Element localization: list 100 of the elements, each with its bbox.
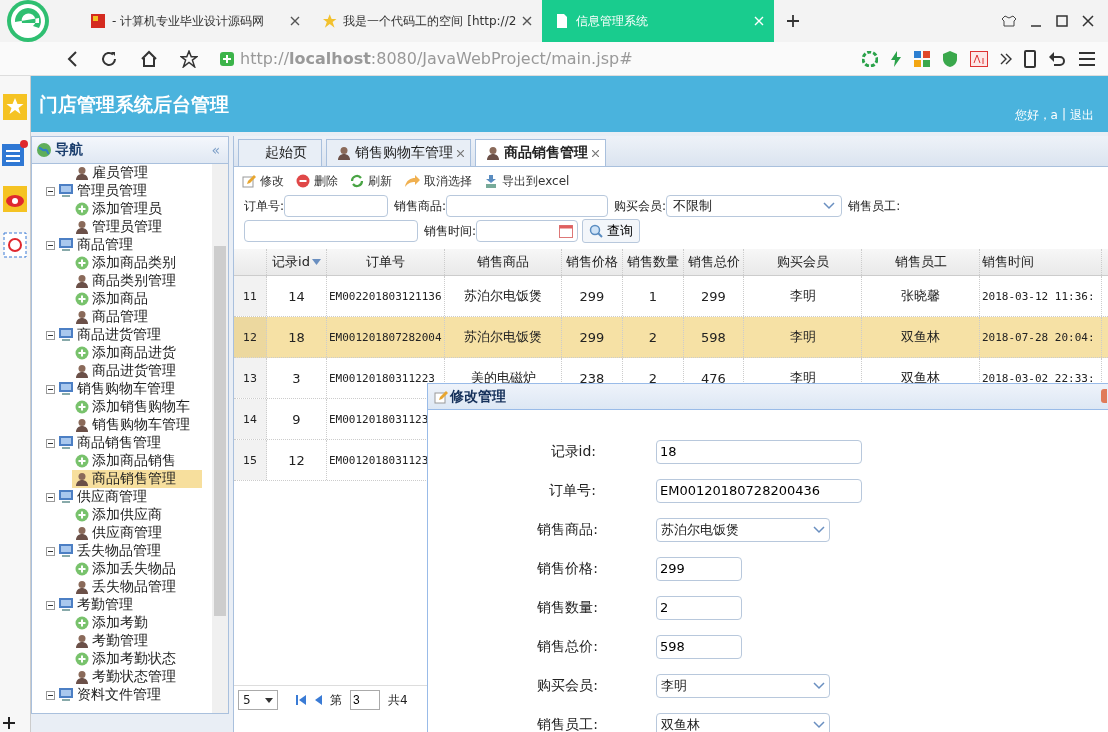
table-cell: 苏泊尔电饭煲 <box>445 276 562 316</box>
tree-item[interactable]: 添加商品 <box>72 290 202 308</box>
page-label: 第 <box>330 691 342 709</box>
table-cell: 1 <box>623 276 684 316</box>
column-header[interactable]: 销售商品 <box>445 249 562 275</box>
select-field[interactable]: 李明 <box>656 673 830 698</box>
table-cell: EM002201803121136 <box>327 276 445 316</box>
tree-group[interactable]: 考勤管理 <box>77 596 133 614</box>
tree-group[interactable]: 商品销售管理 <box>77 434 161 452</box>
table-cell: 299 <box>562 317 623 357</box>
input-field[interactable]: 2 <box>656 595 742 620</box>
field-label: 购买会员: <box>536 676 598 695</box>
search-button[interactable]: 查询 <box>582 219 641 243</box>
field-label: 销售员工: <box>848 197 901 215</box>
tree-item[interactable]: 考勤管理 <box>72 632 202 650</box>
tree-item[interactable]: 考勤状态管理 <box>72 668 202 686</box>
tree-item[interactable]: 添加商品类别 <box>72 254 202 272</box>
column-header[interactable]: 销售价格 <box>562 249 623 275</box>
table-cell: 12 <box>267 440 327 480</box>
table-cell: 9 <box>267 399 327 439</box>
column-header[interactable]: 订单号 <box>327 249 445 275</box>
column-header[interactable]: 销售时间 <box>980 249 1102 275</box>
field-label: 销售商品: <box>394 197 447 215</box>
column-header[interactable]: 销售员工 <box>862 249 980 275</box>
tree-item[interactable]: 雇员管理 <box>72 164 202 182</box>
browser-tab[interactable]: - 计算机专业毕业设计源码网 <box>78 0 310 42</box>
field-label: 销售总价: <box>536 637 598 656</box>
table-cell: 2 <box>623 317 684 357</box>
table-cell: 299 <box>684 276 744 316</box>
toolbar-button[interactable]: 取消选择 <box>404 172 472 190</box>
tree-item[interactable]: 添加丢失物品 <box>72 560 202 578</box>
input-field[interactable]: 299 <box>656 556 742 581</box>
tree-group[interactable]: 商品管理 <box>77 236 133 254</box>
table-cell: 苏泊尔电饭煲 <box>445 317 562 357</box>
toolbar-button[interactable]: 删除 <box>296 172 338 190</box>
table-cell: 598 <box>684 317 744 357</box>
page-total: 共4 <box>388 691 408 709</box>
row-number: 14 <box>234 399 267 439</box>
tree-item[interactable]: 添加商品进货 <box>72 344 202 362</box>
table-cell: 李明 <box>744 276 862 316</box>
table-cell: 双鱼林 <box>862 317 980 357</box>
field-label: 销售商品: <box>536 520 598 539</box>
tree-group[interactable]: 供应商管理 <box>77 488 147 506</box>
tree-item[interactable]: 添加销售购物车 <box>72 398 202 416</box>
browser-tab[interactable]: 我是一个代码工的空间 [http://2 <box>310 0 542 42</box>
table-cell: 2018-07-28 20:04: <box>980 317 1102 357</box>
tree-item[interactable]: 添加考勤 <box>72 614 202 632</box>
tree-item[interactable]: 管理员管理 <box>72 218 202 236</box>
column-header[interactable]: 销售数量 <box>623 249 684 275</box>
column-header[interactable]: 销售总价 <box>684 249 744 275</box>
member-select[interactable]: 不限制 <box>666 195 843 217</box>
table-cell: 14 <box>267 276 327 316</box>
table-row[interactable]: 12 18 EM001201807282004 苏泊尔电饭煲 299 2 598 李明 双鱼林 2018-07-28 20:04: <box>234 317 1108 358</box>
row-number: 12 <box>234 317 267 357</box>
tree-group[interactable]: 商品进货管理 <box>77 326 161 344</box>
tree-item[interactable]: 添加供应商 <box>72 506 202 524</box>
input-field[interactable]: 18 <box>656 439 862 464</box>
tree-group[interactable]: 销售购物车管理 <box>77 380 175 398</box>
field-label: 订单号: <box>548 481 596 500</box>
field-label: 购买会员: <box>614 197 667 215</box>
toolbar-button[interactable]: 刷新 <box>350 172 392 190</box>
field-label: 销售时间: <box>424 222 477 240</box>
nav-title: 导航 <box>55 141 83 159</box>
row-number: 13 <box>234 358 267 398</box>
select-field[interactable]: 双鱼林 <box>656 712 830 732</box>
toolbar-button[interactable]: 修改 <box>242 172 284 190</box>
tree-item[interactable]: 丢失物品管理 <box>72 578 202 596</box>
field-label: 销售价格: <box>536 559 598 578</box>
table-cell: EM001201807282004 <box>327 317 445 357</box>
tree-item[interactable]: 商品类别管理 <box>72 272 202 290</box>
tree-item[interactable]: 添加管理员 <box>72 200 202 218</box>
table-cell: 2018-03-12 11:36: <box>980 276 1102 316</box>
separator-text: | <box>1061 107 1066 123</box>
tree-group[interactable]: 资料文件管理 <box>77 686 161 704</box>
tree-item[interactable]: 销售购物车管理 <box>72 416 202 434</box>
tree-group[interactable]: 丢失物品管理 <box>77 542 161 560</box>
tree-group[interactable]: 管理员管理 <box>77 182 147 200</box>
field-label: 销售数量: <box>536 598 598 617</box>
page-tab[interactable]: 销售购物车管理 <box>326 139 471 166</box>
tree-item[interactable]: 添加商品销售 <box>72 452 202 470</box>
row-number: 15 <box>234 440 267 480</box>
page-tab[interactable]: 起始页 <box>238 139 322 166</box>
column-header[interactable]: 购买会员 <box>744 249 862 275</box>
tree-item[interactable]: 商品管理 <box>72 308 202 326</box>
table-cell: 张晓馨 <box>862 276 980 316</box>
table-cell: 18 <box>267 317 327 357</box>
page-input[interactable]: 3 <box>350 690 380 710</box>
table-cell: 李明 <box>744 317 862 357</box>
tree-item[interactable]: 供应商管理 <box>72 524 202 542</box>
column-header[interactable]: 记录id <box>267 249 327 275</box>
select-field[interactable]: 苏泊尔电饭煲 <box>656 517 830 542</box>
table-cell: 299 <box>562 276 623 316</box>
input-field[interactable]: 598 <box>656 634 742 659</box>
toolbar-button[interactable]: 导出到excel <box>484 172 570 190</box>
page-tab[interactable]: 商品销售管理 <box>475 139 606 166</box>
tree-item[interactable]: 商品进货管理 <box>72 362 202 380</box>
input-field[interactable]: EM00120180728200436 <box>656 478 862 503</box>
tree-item[interactable]: 商品销售管理 <box>72 470 202 488</box>
page-size-select[interactable]: 5 <box>238 690 278 710</box>
tree-item[interactable]: 添加考勤状态 <box>72 650 202 668</box>
